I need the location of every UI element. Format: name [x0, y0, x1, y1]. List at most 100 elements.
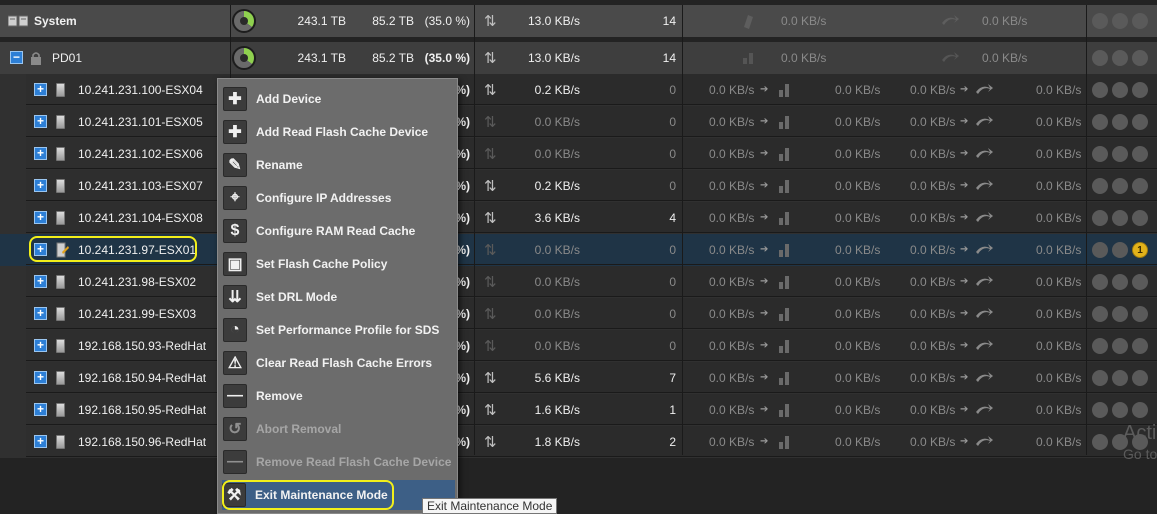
- status-dots: [1092, 202, 1152, 233]
- expand-button[interactable]: +: [34, 426, 47, 457]
- expand-button[interactable]: +: [34, 106, 47, 137]
- alert-badge[interactable]: 1: [1132, 241, 1148, 258]
- io-updown-icon: ⇅: [484, 273, 496, 291]
- sds-node-row[interactable]: +10.241.231.98-ESX02%) ⇅ 0.0 KB/s 0 0.0 KB/s…: [0, 266, 1157, 298]
- io-updown-icon: ⇅: [484, 12, 496, 30]
- node-rebuild-out: 0.0 KB/s: [835, 274, 881, 289]
- status-dots: [1092, 362, 1152, 393]
- menu-item-label: Remove: [256, 389, 303, 403]
- sds-node-row[interactable]: +10.241.231.103-ESX07%) ⇅ 0.2 KB/s 0 0.0 KB/…: [0, 170, 1157, 202]
- sds-node-row[interactable]: +10.241.231.102-ESX06%) ⇅ 0.0 KB/s 0 0.0 KB/…: [0, 138, 1157, 170]
- rebalance-icon: [974, 266, 994, 297]
- pencil-icon: ✎: [223, 153, 247, 177]
- status-dots: [1092, 266, 1152, 297]
- sds-node-row[interactable]: +192.168.150.95-RedHat%) ⇅ 1.6 KB/s 1 0.0 KB…: [0, 394, 1157, 426]
- menu-item-add-device[interactable]: ✚ Add Device: [223, 84, 453, 114]
- node-name: 10.241.231.102-ESX06: [78, 146, 203, 161]
- domain-rebuild-bw: 0.0 KB/s: [781, 50, 827, 65]
- io-updown-icon: ⇅: [484, 337, 496, 355]
- expand-button[interactable]: +: [34, 266, 47, 297]
- menu-item-set-performance-profile-for-sds[interactable]: ◔ Set Performance Profile for SDS: [223, 315, 453, 345]
- plus-icon: ✚: [223, 120, 247, 144]
- node-iops: 7: [669, 370, 676, 385]
- expand-button[interactable]: +: [34, 170, 47, 201]
- protection-domain-row[interactable]: − PD01 243.1 TB 85.2 TB (35.0 %) ⇅ 13.0 …: [0, 42, 1157, 74]
- selected-node-highlight: [29, 236, 197, 262]
- system-row[interactable]: System 243.1 TB 85.2 TB (35.0 %) ⇅ 13.0 …: [0, 5, 1157, 37]
- node-rebuild-in: 0.0 KB/s: [709, 274, 755, 289]
- menu-item-remove[interactable]: — Remove: [223, 381, 453, 411]
- menu-item-set-flash-cache-policy[interactable]: ▣ Set Flash Cache Policy: [223, 249, 453, 279]
- rebalance-icon: [974, 234, 994, 265]
- sds-node-row[interactable]: +10.241.231.99-ESX03%) ⇅ 0.0 KB/s 0 0.0 KB/s…: [0, 298, 1157, 330]
- node-iops: 0: [669, 146, 676, 161]
- rebuild-bars-icon: [778, 74, 790, 105]
- arrow-right-icon: ➔: [960, 436, 969, 447]
- sds-node-row[interactable]: +192.168.150.94-RedHat%) ⇅ 5.6 KB/s 7 0.0 KB…: [0, 362, 1157, 394]
- menu-item-set-drl-mode[interactable]: ⇊ Set DRL Mode: [223, 282, 453, 312]
- expand-button[interactable]: +: [34, 202, 47, 233]
- node-rebuild-in: 0.0 KB/s: [709, 82, 755, 97]
- node-name: 10.241.231.100-ESX04: [78, 82, 203, 97]
- sds-node-row[interactable]: +10.241.231.101-ESX05%) ⇅ 0.0 KB/s 0 0.0 KB/…: [0, 106, 1157, 138]
- node-rebalance-out: 0.0 KB/s: [1036, 242, 1082, 257]
- menu-item-rename[interactable]: ✎ Rename: [223, 150, 453, 180]
- menu-item-configure-ip-addresses[interactable]: ⌖ Configure IP Addresses: [223, 183, 453, 213]
- system-rebalance-bw: 0.0 KB/s: [982, 13, 1028, 28]
- menu-item-label: Rename: [256, 158, 303, 172]
- arrow-right-icon: ➔: [960, 276, 969, 287]
- node-name: 10.241.231.99-ESX03: [78, 306, 197, 321]
- node-bandwidth: 0.2 KB/s: [534, 82, 580, 97]
- rebuild-bars-icon: [778, 138, 790, 169]
- sds-node-row[interactable]: +10.241.231.100-ESX04%) ⇅ 0.2 KB/s 0 0.0 KB/…: [0, 74, 1157, 106]
- rebalance-icon: [940, 5, 960, 36]
- sds-node-row[interactable]: +10.241.231.104-ESX08%) ⇅ 3.6 KB/s 4 0.0 KB/…: [0, 202, 1157, 234]
- system-label: System: [34, 13, 77, 28]
- node-rebalance-out: 0.0 KB/s: [1036, 434, 1082, 449]
- expand-button[interactable]: +: [34, 138, 47, 169]
- node-rebuild-out: 0.0 KB/s: [835, 306, 881, 321]
- menu-item-label: Add Read Flash Cache Device: [256, 125, 429, 139]
- rebuild-bars-icon: [778, 266, 790, 297]
- plus-icon: ✚: [223, 87, 247, 111]
- expand-button[interactable]: +: [34, 394, 47, 425]
- server-icon: [56, 170, 65, 201]
- menu-item-label: Abort Removal: [256, 422, 342, 436]
- rebalance-icon: [974, 74, 994, 105]
- domain-capacity: 243.1 TB: [297, 50, 346, 65]
- arrow-right-icon: ➔: [760, 148, 769, 159]
- node-rebuild-in: 0.0 KB/s: [709, 370, 755, 385]
- capacity-pie-icon: [232, 5, 258, 36]
- capacity-pie-icon: [232, 42, 258, 73]
- menu-item-abort-removal: ↺ Abort Removal: [223, 414, 453, 444]
- collapse-button[interactable]: −: [10, 42, 23, 73]
- menu-item-clear-read-flash-cache-errors[interactable]: ⚠ Clear Read Flash Cache Errors: [223, 348, 453, 378]
- sds-node-row[interactable]: +192.168.150.96-RedHat%) ⇅ 1.8 KB/s 2 0.0 KB…: [0, 426, 1157, 458]
- arrow-right-icon: ➔: [960, 372, 969, 383]
- node-rebalance-in: 0.0 KB/s: [910, 370, 956, 385]
- node-rebalance-in: 0.0 KB/s: [910, 306, 956, 321]
- expand-button[interactable]: +: [34, 298, 47, 329]
- node-name: 192.168.150.96-RedHat: [78, 434, 207, 449]
- node-name: 192.168.150.93-RedHat: [78, 338, 207, 353]
- arrow-right-icon: ➔: [960, 180, 969, 191]
- node-rebalance-out: 0.0 KB/s: [1036, 338, 1082, 353]
- status-dots: [1092, 394, 1152, 425]
- minus-icon: —: [223, 384, 247, 408]
- node-rebuild-out: 0.0 KB/s: [835, 370, 881, 385]
- node-rebalance-out: 0.0 KB/s: [1036, 146, 1082, 161]
- activation-watermark-sub: Go to: [1123, 446, 1157, 462]
- arrow-right-icon: ➔: [760, 84, 769, 95]
- io-updown-icon: ⇅: [484, 145, 496, 163]
- io-updown-icon: ⇅: [484, 81, 496, 99]
- node-rebalance-out: 0.0 KB/s: [1036, 274, 1082, 289]
- expand-button[interactable]: +: [34, 362, 47, 393]
- node-rebalance-in: 0.0 KB/s: [910, 178, 956, 193]
- expand-button[interactable]: +: [34, 74, 47, 105]
- menu-item-configure-ram-read-cache[interactable]: $ Configure RAM Read Cache: [223, 216, 453, 246]
- menu-item-add-read-flash-cache-device[interactable]: ✚ Add Read Flash Cache Device: [223, 117, 453, 147]
- sds-node-row[interactable]: +192.168.150.93-RedHat%) ⇅ 0.0 KB/s 0 0.0 KB…: [0, 330, 1157, 362]
- server-icon: [56, 74, 65, 105]
- expand-button[interactable]: +: [34, 330, 47, 361]
- status-dots: [1092, 5, 1152, 36]
